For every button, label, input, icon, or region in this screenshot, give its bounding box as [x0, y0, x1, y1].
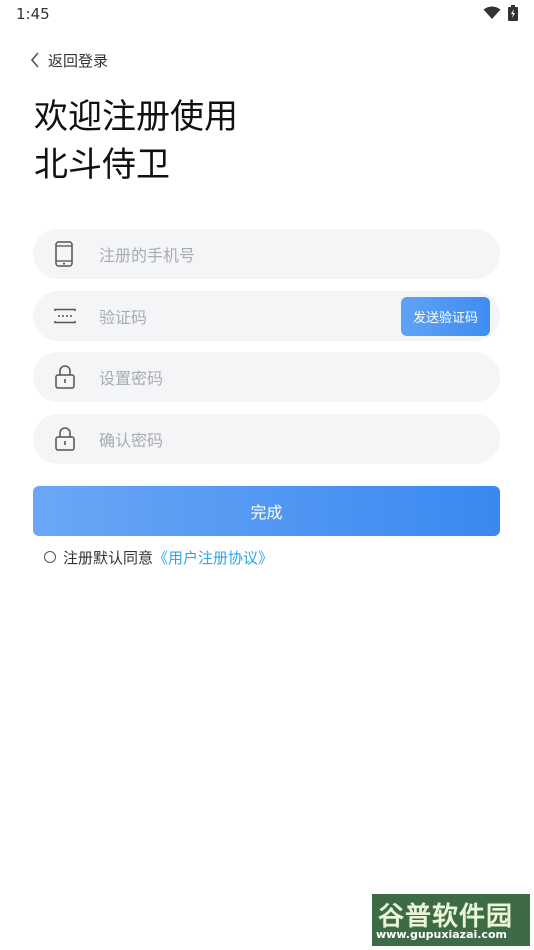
title-line-2: 北斗侍卫: [34, 145, 170, 185]
back-label: 返回登录: [48, 51, 109, 70]
send-code-button[interactable]: 发送验证码: [401, 297, 490, 336]
confirm-password-field: [33, 414, 500, 466]
status-time: 1:45: [16, 5, 50, 23]
phone-icon: [55, 241, 73, 267]
submit-button[interactable]: 完成: [33, 486, 500, 536]
agreement-radio[interactable]: [44, 551, 56, 563]
agreement-row: 注册默认同意 《用户注册协议》: [44, 546, 273, 568]
title-line-1: 欢迎注册使用: [34, 97, 238, 137]
code-field: 发送验证码: [33, 291, 500, 343]
watermark-url: www.gupuxiazai.com: [376, 928, 507, 941]
code-input[interactable]: [97, 291, 321, 343]
lock-icon: [55, 427, 75, 451]
phone-field: [33, 229, 500, 281]
wifi-icon: [483, 6, 501, 19]
verification-code-icon: [54, 308, 76, 324]
confirm-password-input[interactable]: [97, 414, 401, 466]
back-to-login-button[interactable]: 返回登录: [30, 48, 108, 72]
lock-icon: [55, 365, 75, 389]
battery-charging-icon: [508, 5, 518, 21]
agreement-text: 注册默认同意: [63, 548, 154, 567]
phone-input[interactable]: [97, 229, 401, 281]
chevron-left-icon: [30, 52, 39, 68]
password-input[interactable]: [97, 352, 401, 404]
watermark: 谷普软件园 www.gupuxiazai.com: [372, 894, 530, 946]
status-bar: 1:45: [0, 0, 534, 28]
password-field: [33, 352, 500, 404]
page-title: 欢迎注册使用 北斗侍卫: [34, 93, 238, 189]
user-agreement-link[interactable]: 《用户注册协议》: [153, 547, 273, 568]
